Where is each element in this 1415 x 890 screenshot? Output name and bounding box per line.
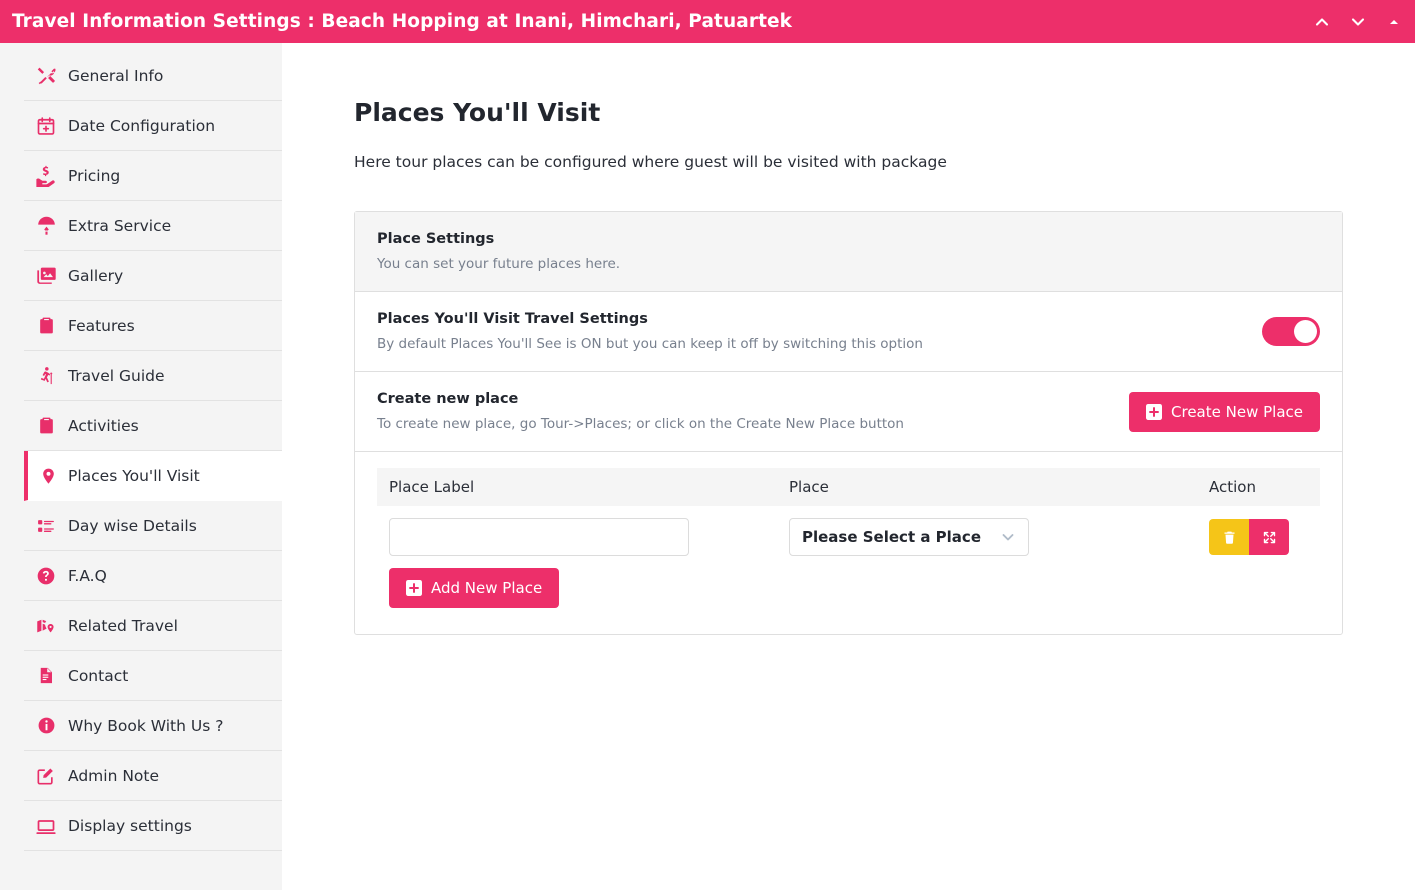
- cell-action: [1197, 506, 1320, 568]
- main-content: Places You'll Visit Here tour places can…: [282, 43, 1415, 890]
- sidebar-item-label: Pricing: [68, 166, 121, 185]
- tools-icon: [24, 65, 68, 86]
- sidebar-item-label: Date Configuration: [68, 116, 216, 135]
- sidebar-item-label: Activities: [68, 416, 139, 435]
- delete-row-button[interactable]: [1209, 519, 1249, 555]
- add-new-place-row: Add New Place: [377, 568, 1320, 608]
- sidebar-item-label: Features: [68, 316, 135, 335]
- chevron-down-icon[interactable]: [1347, 11, 1369, 33]
- place-select[interactable]: Please Select a Place: [789, 518, 1029, 556]
- places-table-section: Place Label Place Action Please Select a…: [355, 452, 1342, 634]
- triangle-up-icon[interactable]: [1383, 11, 1405, 33]
- create-new-place-desc: To create new place, go Tour->Places; or…: [377, 416, 904, 432]
- travel-settings-desc: By default Places You'll See is ON but y…: [377, 336, 923, 352]
- chevron-up-icon[interactable]: [1311, 11, 1333, 33]
- clipboard-icon: [24, 416, 68, 435]
- chevron-down-icon: [1000, 529, 1016, 545]
- create-new-place-label: Create New Place: [1171, 402, 1303, 421]
- file-icon: [24, 666, 68, 685]
- table-header-row: Place Label Place Action: [377, 468, 1320, 506]
- add-new-place-label: Add New Place: [431, 579, 543, 597]
- calendar-plus-icon: [24, 116, 68, 136]
- move-row-button[interactable]: [1249, 519, 1289, 555]
- sidebar-item-label: Why Book With Us ?: [68, 716, 224, 735]
- sidebar-item-faq[interactable]: F.A.Q: [24, 551, 282, 601]
- travel-settings-toggle[interactable]: [1262, 317, 1320, 346]
- edit-square-icon: [24, 766, 68, 786]
- header-action: Action: [1197, 468, 1320, 506]
- sidebar-item-activities[interactable]: Activities: [24, 401, 282, 451]
- page-subtitle: Here tour places can be configured where…: [354, 153, 947, 171]
- add-new-place-button[interactable]: Add New Place: [389, 568, 560, 608]
- plus-square-icon: [406, 580, 422, 596]
- arrows-alt-icon: [1262, 530, 1277, 545]
- map-marked-icon: [24, 616, 68, 636]
- sidebar-item-label: Display settings: [68, 816, 192, 835]
- toggle-knob: [1294, 320, 1317, 343]
- page-header: Places You'll Visit Here tour places can…: [282, 43, 1415, 171]
- sidebar-item-label: Gallery: [68, 266, 124, 285]
- sidebar-item-why-book-with-us[interactable]: Why Book With Us ?: [24, 701, 282, 751]
- hiking-icon: [24, 366, 68, 386]
- sidebar-item-label: Places You'll Visit: [68, 466, 200, 485]
- sidebar-item-label: Contact: [68, 666, 129, 685]
- sidebar-item-display-settings[interactable]: Display settings: [24, 801, 282, 851]
- create-new-place-section: Create new place To create new place, go…: [355, 372, 1342, 452]
- place-settings-section: Place Settings You can set your future p…: [355, 212, 1342, 292]
- places-settings-card: Place Settings You can set your future p…: [354, 211, 1343, 635]
- sidebar-item-label: Admin Note: [68, 766, 160, 785]
- travel-settings-section: Places You'll Visit Travel Settings By d…: [355, 292, 1342, 372]
- map-marker-icon: [28, 466, 68, 486]
- sidebar-item-related-travel[interactable]: Related Travel: [24, 601, 282, 651]
- window-controls: [1311, 11, 1405, 33]
- sidebar-item-date-configuration[interactable]: Date Configuration: [24, 101, 282, 151]
- create-new-place-button[interactable]: Create New Place: [1129, 391, 1320, 432]
- row-action-group: [1209, 519, 1289, 555]
- place-label-input[interactable]: [389, 518, 689, 556]
- place-settings-title: Place Settings: [377, 231, 495, 247]
- sidebar-item-contact[interactable]: Contact: [24, 651, 282, 701]
- page-window-title: Travel Information Settings : Beach Hopp…: [12, 11, 793, 32]
- sidebar-item-gallery[interactable]: Gallery: [24, 251, 282, 301]
- create-new-place-title: Create new place: [377, 391, 519, 407]
- places-table: Place Label Place Action Please Select a…: [377, 468, 1320, 568]
- sidebar-item-label: Day wise Details: [68, 516, 197, 535]
- question-circle-icon: [24, 566, 68, 586]
- sidebar-item-features[interactable]: Features: [24, 301, 282, 351]
- travel-settings-title: Places You'll Visit Travel Settings: [377, 311, 648, 327]
- plus-square-icon: [1146, 403, 1163, 420]
- trash-icon: [1222, 530, 1237, 545]
- monitor-icon: [24, 816, 68, 836]
- page-title: Places You'll Visit: [354, 98, 601, 127]
- cell-place: Please Select a Place: [777, 506, 1197, 568]
- header-place-label: Place Label: [377, 468, 777, 506]
- table-row: Please Select a Place: [377, 506, 1320, 568]
- place-select-value: Please Select a Place: [802, 528, 981, 546]
- cell-place-label: [377, 506, 777, 568]
- parachute-icon: [24, 215, 68, 236]
- sidebar-item-pricing[interactable]: Pricing: [24, 151, 282, 201]
- sidebar-item-label: Extra Service: [68, 216, 172, 235]
- clipboard-icon: [24, 316, 68, 335]
- sidebar-item-places-youll-visit[interactable]: Places You'll Visit: [24, 451, 282, 501]
- sidebar-item-general-info[interactable]: General Info: [24, 51, 282, 101]
- sidebar-item-extra-service[interactable]: Extra Service: [24, 201, 282, 251]
- images-icon: [24, 265, 68, 286]
- sidebar-item-label: Travel Guide: [68, 366, 165, 385]
- sidebar-item-admin-note[interactable]: Admin Note: [24, 751, 282, 801]
- sidebar-item-day-wise-details[interactable]: Day wise Details: [24, 501, 282, 551]
- sidebar: General Info Date Configuration Pricing …: [0, 43, 282, 890]
- top-bar: Travel Information Settings : Beach Hopp…: [0, 0, 1415, 43]
- places-table-head: Place Label Place Action: [377, 468, 1320, 506]
- list-icon: [24, 516, 68, 536]
- places-table-body: Please Select a Place: [377, 506, 1320, 568]
- sidebar-item-label: General Info: [68, 66, 164, 85]
- place-settings-desc: You can set your future places here.: [377, 256, 621, 272]
- hand-dollar-icon: [24, 165, 68, 187]
- info-circle-icon: [24, 716, 68, 735]
- header-place: Place: [777, 468, 1197, 506]
- sidebar-item-travel-guide[interactable]: Travel Guide: [24, 351, 282, 401]
- sidebar-item-label: F.A.Q: [68, 566, 107, 585]
- sidebar-item-label: Related Travel: [68, 616, 178, 635]
